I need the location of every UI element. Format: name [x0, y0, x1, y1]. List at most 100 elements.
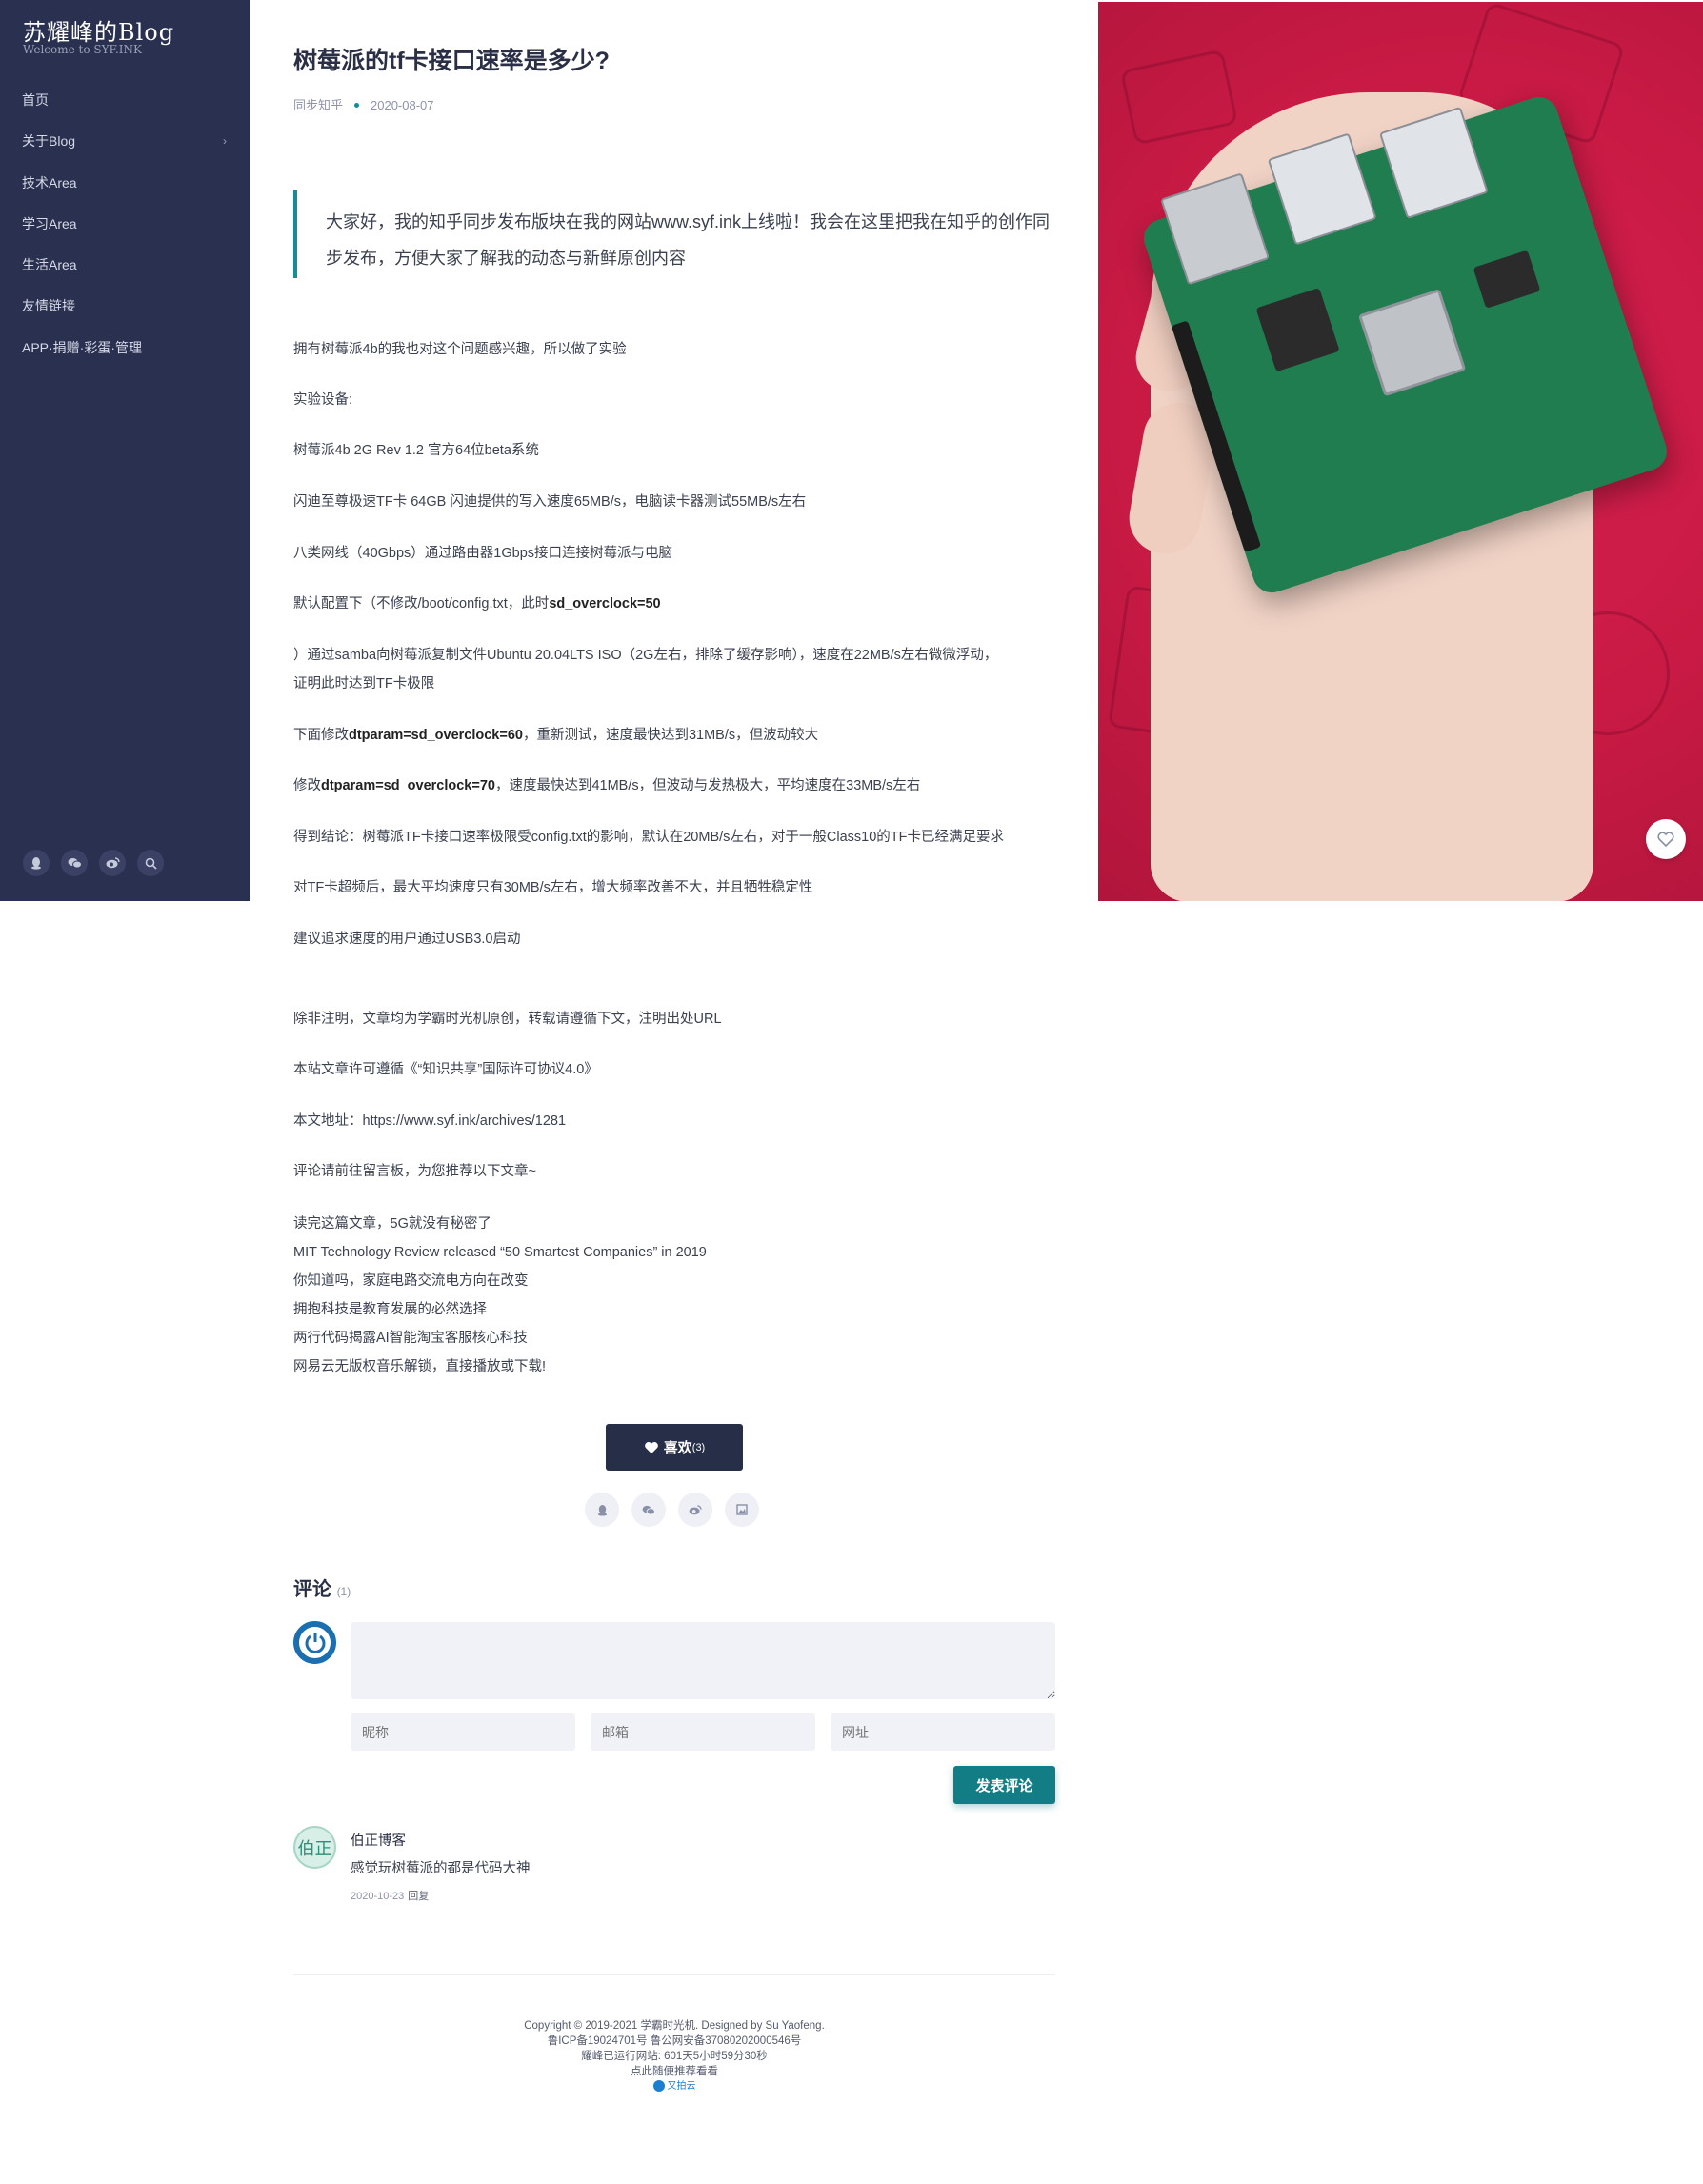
search-icon[interactable]	[137, 850, 164, 876]
weibo-icon[interactable]	[99, 850, 126, 876]
article-url[interactable]: 本文地址：https://www.syf.ink/archives/1281	[293, 1107, 566, 1135]
comment-body: 感觉玩树莓派的都是代码大神	[351, 1861, 531, 1876]
paragraph: 树莓派4b 2G Rev 1.2 官方64位beta系统	[293, 443, 539, 458]
paragraph: 默认配置下（不修改/boot/config.txt，此时sd_overclock…	[293, 590, 661, 618]
chevron-right-icon: ›	[223, 134, 227, 149]
nickname-input[interactable]	[351, 1713, 575, 1751]
text: 默认配置下（不修改/boot/config.txt，此时	[293, 596, 550, 611]
upyun-logo-icon	[652, 2080, 665, 2093]
sidebar-item-label: 技术Area	[22, 174, 77, 190]
footer-icp[interactable]: 鲁ICP备19024701号 鲁公网安备37080202000546号	[293, 2034, 1055, 2049]
recommended-link[interactable]: 拥抱科技是教育发展的必然选择	[293, 1295, 707, 1324]
sidebar: 苏耀峰的Blog Welcome to SYF.INK 首页 关于Blog › 技…	[0, 0, 250, 901]
recommended-link[interactable]: 你知道吗，家庭电路交流电方向在改变	[293, 1267, 707, 1295]
sidebar-item-life[interactable]: 生活Area	[0, 245, 250, 286]
power-icon	[305, 1632, 325, 1653]
comments-count: (1)	[336, 1585, 351, 1598]
recommend-intro: 评论请前往留言板，为您推荐以下文章~	[293, 1164, 536, 1179]
image-icon[interactable]	[725, 1493, 759, 1527]
sidebar-item-about[interactable]: 关于Blog ›	[0, 121, 250, 162]
cpu-chip	[1357, 288, 1467, 397]
paragraph: ）通过samba向树莓派复制文件Ubuntu 20.04LTS ISO（2G左右…	[293, 648, 998, 663]
comment-meta: 2020-10-23 回复	[351, 1888, 429, 1903]
meta-separator	[354, 103, 360, 109]
article-date: 2020-08-07	[371, 98, 434, 112]
recommended-link[interactable]: MIT Technology Review released “50 Smart…	[293, 1238, 707, 1267]
sidebar-item-label: 生活Area	[22, 257, 77, 273]
commenter-avatar: 伯正	[293, 1826, 336, 1869]
website-input[interactable]	[831, 1713, 1055, 1751]
sidebar-item-label: 友情链接	[22, 298, 75, 314]
sidebar-nav: 首页 关于Blog › 技术Area 学习Area 生活Area 友情链接 APP…	[0, 80, 250, 369]
recommended-link[interactable]: 读完这篇文章，5G就没有秘密了	[293, 1210, 707, 1238]
wechat-icon[interactable]	[61, 850, 88, 876]
comment-textarea[interactable]	[351, 1622, 1055, 1699]
recommended-link[interactable]: 两行代码揭露AI智能淘宝客服核心科技	[293, 1324, 707, 1352]
paragraph: 得到结论：树莓派TF卡接口速率极限受config.txt的影响，默认在20MB/…	[293, 830, 1004, 845]
commenter-name[interactable]: 伯正博客	[351, 1830, 406, 1850]
memory-chip	[1255, 288, 1340, 372]
comments-title: 评论 (1)	[293, 1573, 351, 1601]
footer-uptime: 耀峰已运行网站: 601天5小时59分30秒	[581, 2051, 768, 2062]
brand-subtitle: Welcome to SYF.INK	[23, 43, 143, 56]
sidebar-item-home[interactable]: 首页	[0, 80, 250, 121]
paragraph: 拥有树莓派4b的我也对这个问题感兴趣，所以做了实验	[293, 342, 627, 357]
recommended-link[interactable]: 网易云无版权音乐解锁，直接播放或下载!	[293, 1352, 707, 1381]
comments-heading: 评论	[293, 1579, 331, 1600]
recommended-list: 读完这篇文章，5G就没有秘密了 MIT Technology Review re…	[293, 1210, 707, 1381]
weibo-icon[interactable]	[678, 1493, 712, 1527]
background-doodle	[1119, 49, 1239, 146]
article-meta: 同步知乎 2020-08-07	[293, 95, 434, 113]
footer-random-link[interactable]: 点此随便推荐看看	[293, 2064, 1055, 2079]
sidebar-social	[23, 850, 164, 876]
article-category[interactable]: 同步知乎	[293, 98, 343, 112]
brand[interactable]: 苏耀峰的Blog Welcome to SYF.INK	[0, 0, 250, 67]
copyright-note: 除非注明，文章均为学霸时光机原创，转载请遵循下文，注明出处URL	[293, 1012, 722, 1027]
text: 修改	[293, 778, 321, 793]
qq-icon[interactable]	[23, 850, 50, 876]
footer-copyright: Copyright © 2019-2021 学霸时光机. Designed by…	[524, 2020, 825, 2032]
paragraph: 对TF卡超频后，最大平均速度只有30MB/s左右，增大频率改善不大，并且牺牲稳定…	[293, 880, 813, 895]
sidebar-item-links[interactable]: 友情链接	[0, 286, 250, 327]
sidebar-item-label: 学习Area	[22, 215, 77, 231]
sidebar-item-tech[interactable]: 技术Area	[0, 163, 250, 204]
paragraph: 闪迪至尊极速TF卡 64GB 闪迪提供的写入速度65MB/s，电脑读卡器测试55…	[293, 494, 807, 510]
sidebar-item-study[interactable]: 学习Area	[0, 204, 250, 245]
email-input[interactable]	[591, 1713, 815, 1751]
paragraph: 建议追求速度的用户通过USB3.0启动	[293, 932, 521, 947]
bold-text: sd_overclock=50	[549, 596, 661, 611]
sidebar-item-label: 首页	[22, 92, 49, 108]
paragraph: 实验设备:	[293, 392, 353, 408]
ethernet-port	[1160, 172, 1271, 286]
like-label: 喜欢	[663, 1440, 692, 1456]
bold-text: dtparam=sd_overclock=60	[349, 728, 523, 743]
paragraph: 八类网线（40Gbps）通过路由器1Gbps接口连接树莓派与电脑	[293, 546, 673, 561]
heart-outline-icon	[1657, 832, 1674, 847]
favorite-button[interactable]	[1646, 819, 1686, 859]
sidebar-item-app[interactable]: APP·捐赠·彩蛋·管理	[0, 328, 250, 369]
text: ，重新测试，速度最快达到31MB/s，但波动较大	[522, 728, 819, 743]
footer: Copyright © 2019-2021 学霸时光机. Designed by…	[293, 2018, 1055, 2094]
submit-comment-button[interactable]: 发表评论	[953, 1766, 1055, 1804]
paragraph: 修改dtparam=sd_overclock=70，速度最快达到41MB/s，但…	[293, 771, 920, 800]
controller-chip	[1473, 250, 1541, 309]
user-avatar	[293, 1621, 336, 1664]
qq-icon[interactable]	[585, 1493, 619, 1527]
wechat-icon[interactable]	[631, 1493, 666, 1527]
text: 下面修改	[293, 728, 349, 743]
footer-upyun[interactable]: 又拍云	[293, 2079, 1055, 2094]
comment-date: 2020-10-23	[351, 1891, 405, 1902]
article-title: 树莓派的tf卡接口速率是多少?	[293, 48, 610, 74]
sidebar-item-label: APP·捐赠·彩蛋·管理	[22, 339, 142, 355]
heart-icon	[644, 1441, 658, 1453]
upyun-label: 又拍云	[667, 2081, 696, 2092]
reply-link[interactable]: 回复	[408, 1891, 429, 1902]
like-button[interactable]: 喜欢 (3)	[606, 1424, 743, 1471]
license-note[interactable]: 本站文章许可遵循《“知识共享”国际许可协议4.0》	[293, 1055, 598, 1084]
sidebar-item-label: 关于Blog	[22, 133, 76, 150]
brand-title[interactable]: 苏耀峰的Blog	[23, 13, 250, 47]
hero-image	[1098, 2, 1703, 901]
paragraph: 下面修改dtparam=sd_overclock=60，重新测试，速度最快达到3…	[293, 721, 818, 750]
bold-text: dtparam=sd_overclock=70	[321, 778, 495, 793]
like-count: (3)	[691, 1441, 706, 1453]
